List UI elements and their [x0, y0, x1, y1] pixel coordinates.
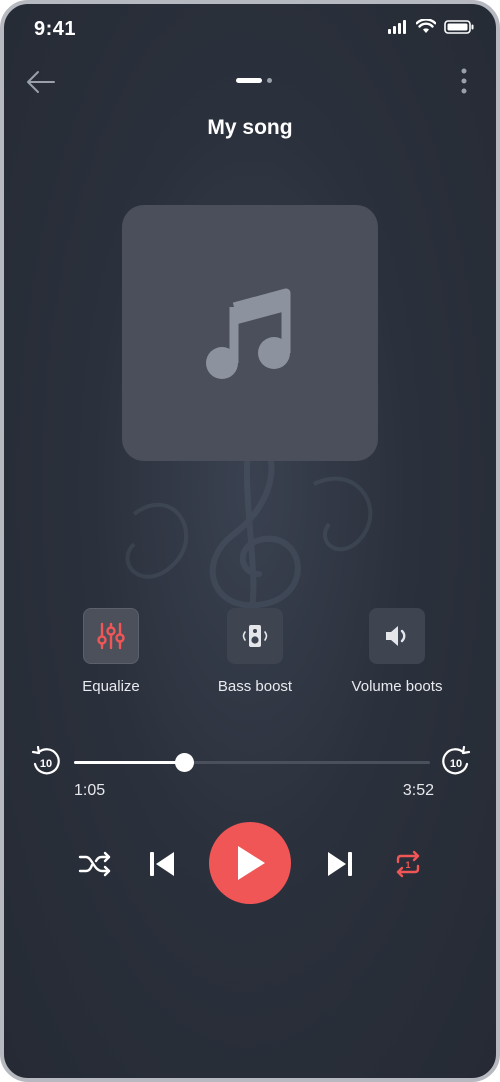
status-icons [388, 18, 474, 39]
shuffle-icon[interactable] [78, 849, 112, 884]
page-dot-active[interactable] [236, 78, 262, 83]
equalize-button[interactable] [83, 608, 139, 664]
previous-icon[interactable] [147, 849, 177, 884]
phone-frame: 9:41 My song Equalize Bass boost Volume … [0, 0, 500, 1082]
signal-icon [388, 19, 408, 39]
music-note-icon [206, 288, 291, 379]
rewind-seconds: 10 [40, 758, 52, 770]
forward-seconds: 10 [450, 758, 462, 770]
speaker-icon [242, 625, 268, 647]
equalizer-icon [97, 622, 125, 650]
top-bar [4, 60, 496, 104]
feature-label: Volume boots [351, 678, 443, 695]
more-vertical-icon[interactable] [460, 68, 468, 94]
wifi-icon [415, 18, 437, 39]
feature-label: Bass boost [217, 678, 293, 695]
next-icon[interactable] [325, 849, 355, 884]
volume-icon [386, 626, 406, 646]
status-time: 9:41 [34, 18, 77, 40]
seek-bar[interactable] [74, 753, 430, 772]
playback-progress: 10 10 1:05 3:52 [30, 745, 472, 806]
repeat-one-icon[interactable]: 1 [392, 848, 424, 885]
seek-bar-fill [74, 761, 185, 764]
feature-bass-boost[interactable]: Bass boost [185, 608, 325, 695]
page-indicator[interactable] [236, 78, 272, 83]
seek-bar-thumb[interactable] [175, 753, 195, 772]
current-time: 1:05 [74, 782, 106, 799]
volume-boost-button[interactable] [369, 608, 425, 664]
album-art [122, 205, 378, 461]
playback-controls: 1 [4, 822, 496, 908]
rewind-10-icon[interactable]: 10 [30, 745, 62, 778]
repeat-mode-label: 1 [405, 860, 410, 870]
feature-label: Equalize [82, 678, 140, 695]
page-dot[interactable] [267, 78, 272, 83]
feature-equalize[interactable]: Equalize [41, 608, 181, 695]
forward-10-icon[interactable]: 10 [440, 745, 472, 778]
status-bar: 9:41 [4, 4, 496, 56]
song-title: My song [207, 116, 293, 139]
bass-boost-button[interactable] [227, 608, 283, 664]
play-icon [238, 846, 265, 880]
feature-volume-boots[interactable]: Volume boots [327, 608, 467, 695]
play-button[interactable] [209, 822, 291, 904]
total-time: 3:52 [402, 782, 434, 799]
battery-icon [444, 19, 474, 39]
back-arrow-icon[interactable] [24, 66, 58, 98]
